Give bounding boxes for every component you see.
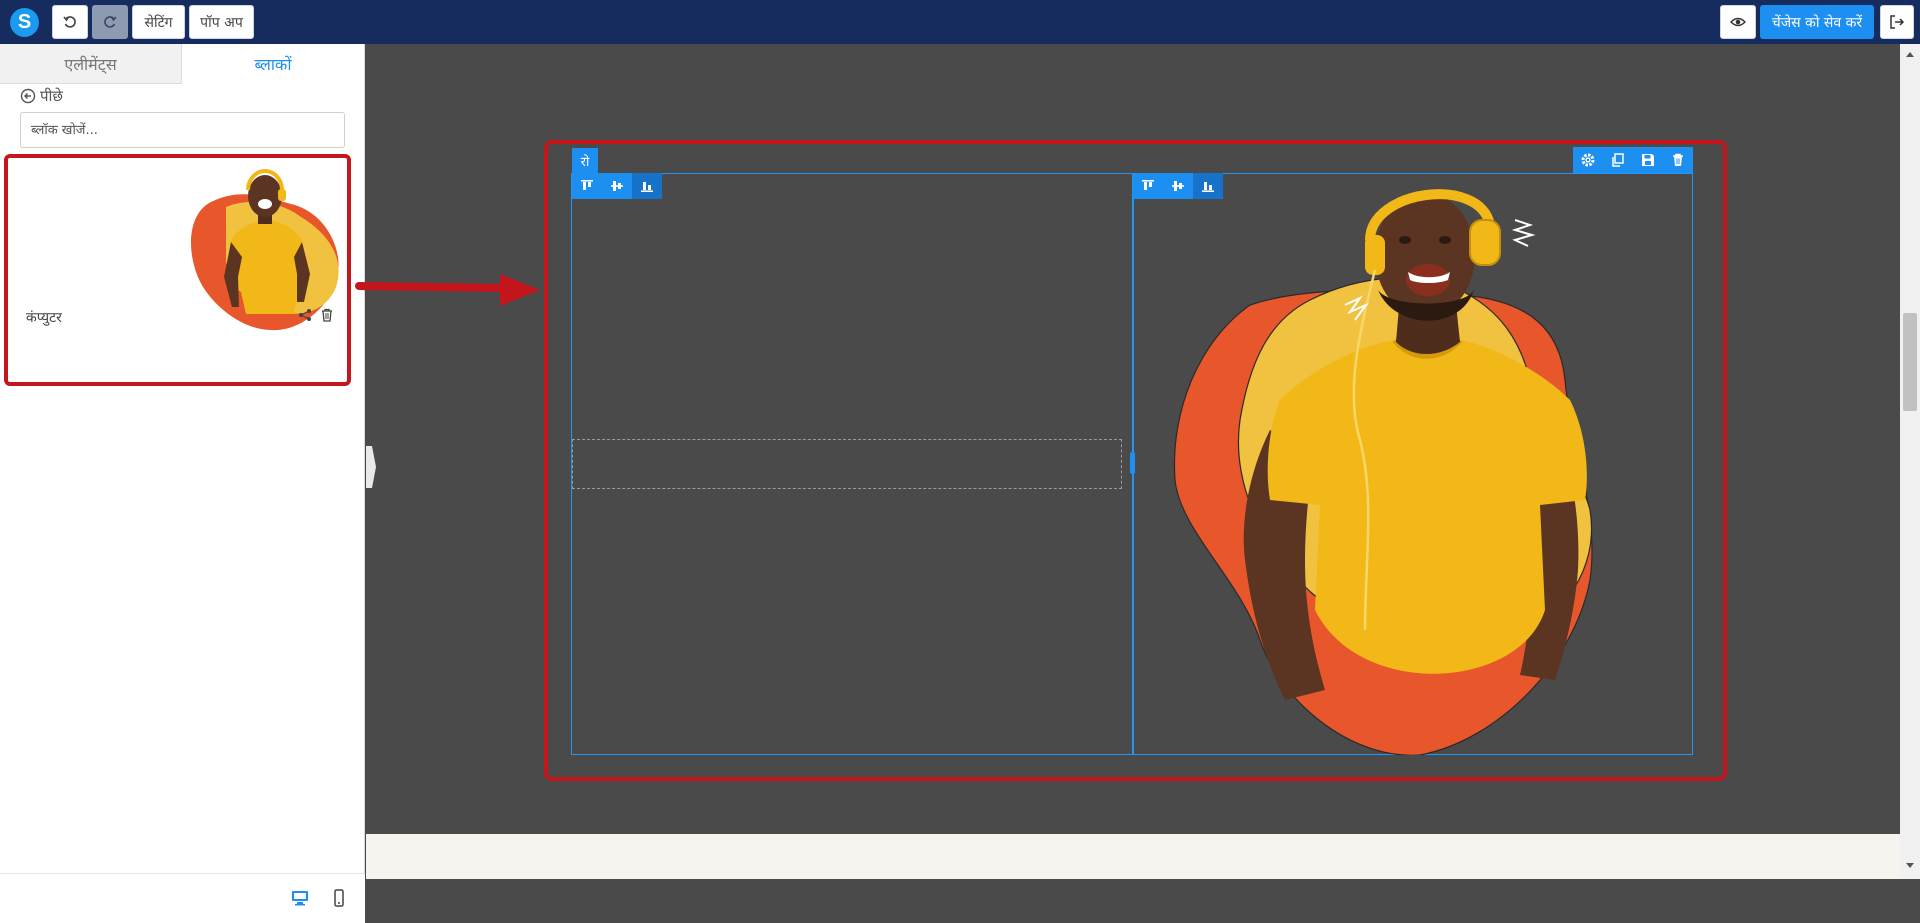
- back-label: पीछे: [40, 87, 63, 105]
- align-middle-button[interactable]: [602, 173, 632, 199]
- align-bottom-icon: [641, 182, 653, 192]
- save-icon: [1642, 154, 1654, 166]
- align-top-icon: [581, 180, 593, 190]
- canvas-footer-strip: [366, 834, 1900, 879]
- settings-button[interactable]: सेटिंग: [132, 5, 185, 39]
- row-duplicate-button[interactable]: [1603, 147, 1633, 173]
- block-search-input[interactable]: [20, 112, 345, 148]
- align-top-button[interactable]: [572, 173, 602, 199]
- pointer-arrow: [355, 274, 540, 306]
- gear-icon: [1581, 153, 1595, 167]
- exit-icon: [1890, 15, 1905, 29]
- undo-button[interactable]: [52, 5, 88, 39]
- share-icon[interactable]: [298, 308, 312, 322]
- device-toggle-bar: [0, 873, 365, 923]
- block-card[interactable]: कंप्युटर: [4, 154, 351, 386]
- eye-icon: [1730, 17, 1746, 27]
- align-top-icon: [1142, 180, 1154, 190]
- back-link[interactable]: पीछे: [20, 86, 63, 106]
- trash-icon[interactable]: [320, 308, 334, 322]
- row-delete-button[interactable]: [1663, 147, 1693, 173]
- row-toolbar: [1573, 147, 1693, 173]
- align-top-button[interactable]: [1133, 173, 1163, 199]
- preview-button[interactable]: [1720, 5, 1756, 39]
- redo-icon: [104, 16, 117, 28]
- copy-icon: [1612, 153, 1624, 167]
- desktop-icon[interactable]: [291, 889, 309, 907]
- app-logo: S: [10, 8, 39, 37]
- tab-blocks[interactable]: ब्लाकों: [182, 44, 364, 84]
- exit-button[interactable]: [1880, 5, 1914, 39]
- row-save-button[interactable]: [1633, 147, 1663, 173]
- tab-elements[interactable]: एलीमेंट्स: [0, 44, 182, 84]
- align-middle-icon: [611, 181, 623, 191]
- redo-button[interactable]: [92, 5, 128, 39]
- top-toolbar: S सेटिंग पॉप अप चेंजेस को सेव करें: [0, 0, 1920, 44]
- scroll-up-arrow-icon[interactable]: [1905, 50, 1915, 58]
- block-card-label: कंप्युटर: [26, 310, 62, 326]
- empty-drop-zone[interactable]: [572, 439, 1122, 489]
- sidebar-tabs: एलीमेंट्स ब्लाकों: [0, 44, 365, 84]
- trash-icon: [1673, 153, 1683, 166]
- undo-icon: [63, 16, 76, 28]
- left-column-align-toolbar: [572, 173, 662, 199]
- block-card-actions: [298, 308, 334, 322]
- arrow-left-circle-icon: [20, 88, 36, 104]
- popup-button[interactable]: पॉप अप: [189, 5, 254, 39]
- mobile-icon[interactable]: [330, 889, 348, 907]
- sidebar-collapse-handle[interactable]: [366, 446, 376, 488]
- row-settings-button[interactable]: [1573, 147, 1603, 173]
- column-resize-handle[interactable]: [1130, 452, 1135, 474]
- row-tag[interactable]: रो: [572, 148, 598, 173]
- scroll-down-arrow-icon[interactable]: [1905, 862, 1915, 870]
- vertical-scrollbar[interactable]: [1900, 44, 1920, 879]
- scrollbar-thumb[interactable]: [1903, 313, 1917, 411]
- hero-image: [1173, 189, 1593, 755]
- align-bottom-button[interactable]: [632, 173, 662, 199]
- sidebar: एलीमेंट्स ब्लाकों पीछे कंप्युटर: [0, 44, 540, 923]
- save-changes-button[interactable]: चेंजेस को सेव करें: [1760, 5, 1874, 39]
